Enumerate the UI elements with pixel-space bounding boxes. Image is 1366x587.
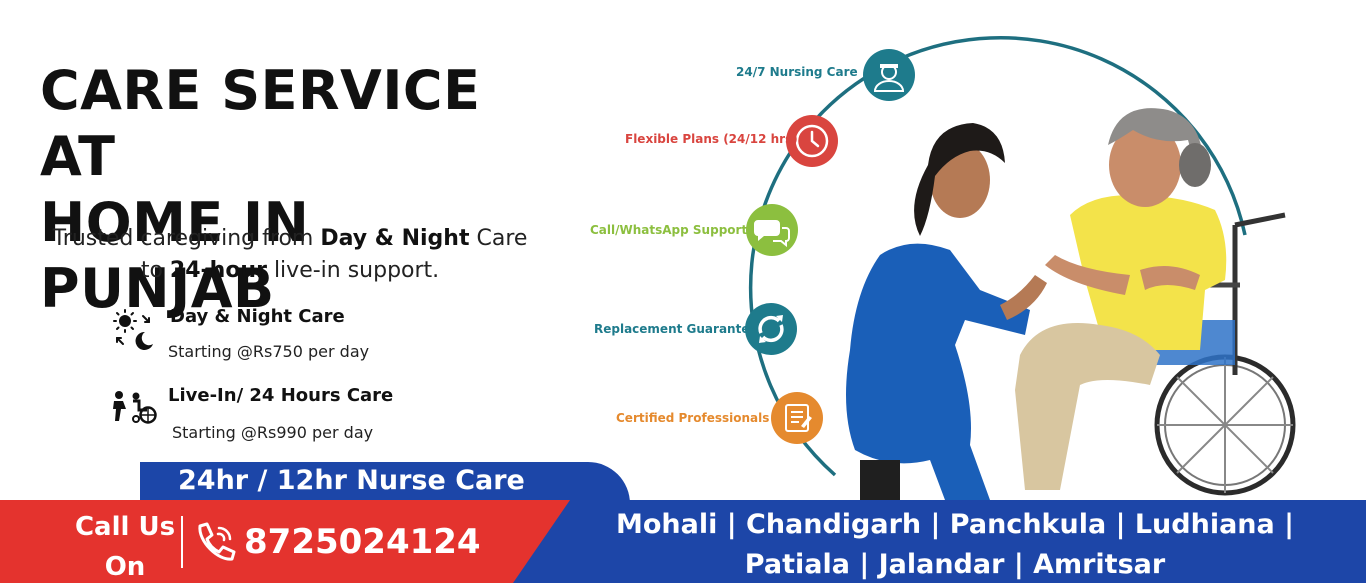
- feature-label-flexible: Flexible Plans (24/12 hrs): [625, 132, 798, 146]
- nurse-illustration: [846, 123, 1047, 500]
- feature-label-nursing: 24/7 Nursing Care: [736, 65, 858, 79]
- call-us-line-1: Call Us: [74, 512, 176, 542]
- plan-title-day-night: Day & Night Care: [170, 306, 345, 327]
- feature-label-certified: Certified Professionals: [616, 411, 770, 425]
- phone-number[interactable]: 8725024124: [244, 522, 481, 562]
- certificate-icon: [771, 392, 823, 444]
- call-us-label: Call Us On: [60, 507, 190, 587]
- phone-icon[interactable]: [192, 520, 238, 570]
- plan-price-live-in: Starting @Rs990 per day: [172, 423, 374, 442]
- tagline-text: Care: [469, 226, 528, 251]
- nurse-icon: [863, 49, 915, 101]
- call-divider: [181, 516, 183, 568]
- nurse-care-label: 24hr / 12hr Nurse Care: [178, 465, 525, 496]
- tagline: Trusted caregiving from Day & Night Care…: [40, 223, 540, 287]
- tagline-text: live-in support.: [266, 258, 440, 283]
- feature-label-support: Call/WhatsApp Support: [590, 223, 748, 237]
- wheelchair-care-icon: [110, 390, 158, 428]
- tagline-text: Trusted caregiving from: [52, 226, 321, 251]
- plan-title-live-in: Live-In/ 24 Hours Care: [168, 385, 394, 406]
- nurse-with-patient-image: [846, 108, 1296, 500]
- cities-list: Mohali | Chandigarh | Panchkula | Ludhia…: [605, 505, 1305, 585]
- cities-line-1: Mohali | Chandigarh | Panchkula | Ludhia…: [615, 509, 1295, 540]
- elderly-woman-illustration: [1015, 108, 1227, 490]
- chat-icon: [746, 204, 798, 256]
- plan-price-day-night: Starting @Rs750 per day: [168, 342, 370, 361]
- tagline-emphasis: 24-hour: [169, 258, 267, 283]
- cities-line-2: Patiala | Jalandar | Amritsar: [744, 549, 1166, 580]
- tagline-text: to: [140, 258, 170, 283]
- call-us-line-2: On: [104, 552, 146, 582]
- tagline-emphasis: Day & Night: [320, 226, 470, 251]
- day-night-icon: [113, 308, 155, 354]
- feature-label-replacement: Replacement Guarantee: [594, 322, 758, 336]
- title-line-1: CARE SERVICE AT: [40, 59, 481, 188]
